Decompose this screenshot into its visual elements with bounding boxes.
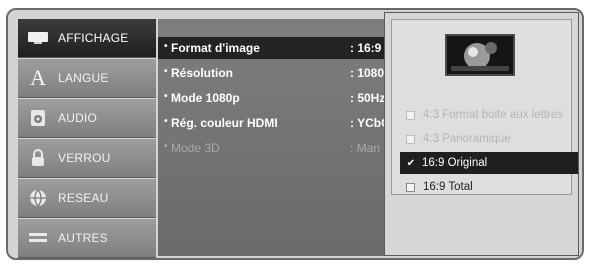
option-label: 4:3 Format boite aux lettres xyxy=(423,109,563,121)
network-icon xyxy=(18,179,58,218)
sidebar-item-label: LANGUE xyxy=(58,71,109,85)
setting-value: : Man xyxy=(350,141,381,155)
sidebar-item-verrou[interactable]: VERROU xyxy=(18,139,156,178)
setting-label: Mode 1080p xyxy=(171,91,240,105)
setting-value: : 16:9 xyxy=(350,41,382,55)
settings-window: AFFICHAGE A LANGUE AUDIO VERROU RESEAU A… xyxy=(6,8,584,260)
lock-icon xyxy=(18,139,58,178)
sidebar-item-autres[interactable]: AUTRES xyxy=(18,219,156,258)
sidebar-item-reseau[interactable]: RESEAU xyxy=(18,179,156,218)
bullet-icon: • xyxy=(164,141,168,152)
setting-label: Résolution xyxy=(171,66,233,80)
display-icon xyxy=(18,19,58,58)
aspect-ratio-popup: 4:3 Format boite aux lettres 4:3 Panoram… xyxy=(384,12,579,256)
bullet-icon: • xyxy=(164,116,168,127)
settings-sidebar: AFFICHAGE A LANGUE AUDIO VERROU RESEAU A… xyxy=(18,19,156,258)
sidebar-item-label: AUDIO xyxy=(58,111,98,125)
sidebar-item-audio[interactable]: AUDIO xyxy=(18,99,156,138)
checkbox-icon xyxy=(406,182,415,192)
others-icon xyxy=(18,219,58,258)
check-icon: ✔ xyxy=(406,157,416,169)
setting-label: Format d'image xyxy=(171,41,260,55)
setting-value: : 1080 xyxy=(350,66,385,80)
bullet-icon: • xyxy=(164,66,168,77)
option-label: 16:9 Total xyxy=(423,181,473,193)
checkbox-icon xyxy=(406,134,415,144)
setting-label: Mode 3D xyxy=(171,141,220,155)
audio-icon xyxy=(18,99,58,138)
sidebar-item-label: RESEAU xyxy=(58,191,109,205)
sidebar-item-affichage[interactable]: AFFICHAGE xyxy=(18,19,156,58)
aspect-ratio-preview-icon xyxy=(445,34,515,76)
setting-value: : 50Hz xyxy=(350,91,386,105)
sidebar-item-label: VERROU xyxy=(58,151,111,165)
checkbox-icon xyxy=(406,110,415,120)
sidebar-item-label: AFFICHAGE xyxy=(58,31,129,45)
bullet-icon: • xyxy=(164,41,168,52)
sidebar-item-langue[interactable]: A LANGUE xyxy=(18,59,156,98)
option-4-3-letterbox[interactable]: 4:3 Format boite aux lettres xyxy=(400,104,578,126)
sidebar-item-label: AUTRES xyxy=(58,231,108,245)
option-16-9-total[interactable]: 16:9 Total xyxy=(400,176,578,198)
option-4-3-panoramic[interactable]: 4:3 Panoramique xyxy=(400,128,578,150)
popup-options-area: 4:3 Format boite aux lettres 4:3 Panoram… xyxy=(391,19,578,195)
language-icon: A xyxy=(30,65,46,90)
option-label: 16:9 Original xyxy=(422,157,488,169)
setting-label: Rég. couleur HDMI xyxy=(171,116,278,130)
option-label: 4:3 Panoramique xyxy=(423,133,511,145)
bullet-icon: • xyxy=(164,91,168,102)
option-16-9-original[interactable]: ✔ 16:9 Original xyxy=(400,152,578,174)
